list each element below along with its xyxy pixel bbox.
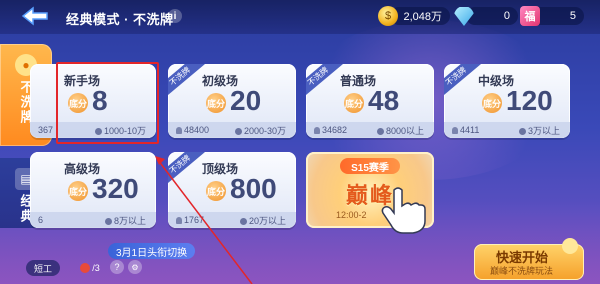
base-score-badge: 底分 [68,181,88,201]
person-icon [176,217,182,224]
back-button[interactable] [20,5,50,27]
room-footer: 48400 2000-30万 [168,122,296,138]
base-score-badge: 底分 [482,93,502,113]
helper-button[interactable]: 短工 [26,260,60,276]
no-shuffle-ribbon: 不洗牌 [168,64,206,100]
base-score-badge: 底分 [206,181,226,201]
coin-range: 8000以上 [385,125,424,136]
quick-start-button[interactable]: 快速开始 巅峰不洗牌玩法 [474,238,584,280]
season-tag: S15赛季 [340,158,400,174]
base-score: 320 [92,173,139,204]
base-score: 120 [506,85,553,116]
diamond-value: 0 [466,7,518,25]
base-score-badge: 底分 [344,93,364,113]
players-count: 34682 [322,125,348,135]
no-shuffle-ribbon: 不洗牌 [168,152,206,188]
quick-start-subtitle: 巅峰不洗牌玩法 [490,266,554,276]
person-icon [176,127,182,134]
room-card-intermediate[interactable]: 不洗牌 中级场 底分 120 4411 3万以上 [444,64,570,138]
base-score: 20 [230,85,262,116]
info-icon[interactable]: i [168,9,182,23]
players-count: 6 [38,215,44,225]
players-count: 1767 [184,215,205,225]
room-footer: 4411 3万以上 [444,122,570,138]
room-card-normal[interactable]: 不洗牌 普通场 底分 48 34682 8000以上 [306,64,434,138]
person-icon [452,127,458,134]
no-shuffle-ribbon: 不洗牌 [444,64,482,100]
coin-icon [376,127,384,135]
base-score: 48 [368,85,400,116]
coin-icon [234,127,242,135]
person-icon [314,127,320,134]
room-card-top[interactable]: 不洗牌 顶级场 底分 800 1767 20万以上 [168,152,296,228]
coin-icon [239,217,247,225]
players-count: 48400 [184,125,210,135]
settings-icon[interactable]: ⚙ [128,260,142,274]
players-count: 4411 [460,125,480,135]
task-count: /3 [92,263,100,273]
ticket-icon: 福 [520,6,540,26]
base-score: 800 [230,173,277,204]
back-arrow-icon [21,6,48,26]
room-footer: 34682 8000以上 [306,122,434,138]
coin-range: 2000-30万 [243,125,286,136]
room-footer: 6 8万以上 [30,212,156,228]
coin-icon [104,217,112,225]
task-counter[interactable]: /3 [76,260,104,276]
coin-range: 3万以上 [527,125,560,136]
top-bar: 经典模式 · 不洗牌 i 2,048万 $ 0 5 福 [0,0,600,34]
room-card-senior[interactable]: 高级场 底分 320 6 8万以上 [30,152,156,228]
base-score-badge: 底分 [206,93,226,113]
notice-bubble: 3月1日头衔切换 [108,243,196,259]
ticket-balance[interactable]: 5 福 [520,6,584,26]
coin-range: 20万以上 [248,215,286,226]
players-count: 367 [38,125,54,135]
highlight-box [56,62,159,144]
coin-icon [518,127,526,135]
gold-value: 2,048万 [390,7,450,25]
diamond-balance[interactable]: 0 [454,6,518,26]
sparkle-icon [562,238,578,254]
season-time: 12:00-2 [336,210,367,220]
tap-hand-icon [381,187,426,234]
medal-icon [80,263,91,273]
room-footer: 1767 20万以上 [168,212,296,228]
gold-coin-icon: $ [378,6,398,26]
help-icon[interactable]: ? [110,260,124,274]
gold-balance[interactable]: 2,048万 $ [378,6,450,26]
coin-range: 8万以上 [113,215,146,226]
room-card-junior[interactable]: 不洗牌 初级场 底分 20 48400 2000-30万 [168,64,296,138]
no-shuffle-ribbon: 不洗牌 [306,64,344,100]
page-title: 经典模式 · 不洗牌 [66,12,174,27]
